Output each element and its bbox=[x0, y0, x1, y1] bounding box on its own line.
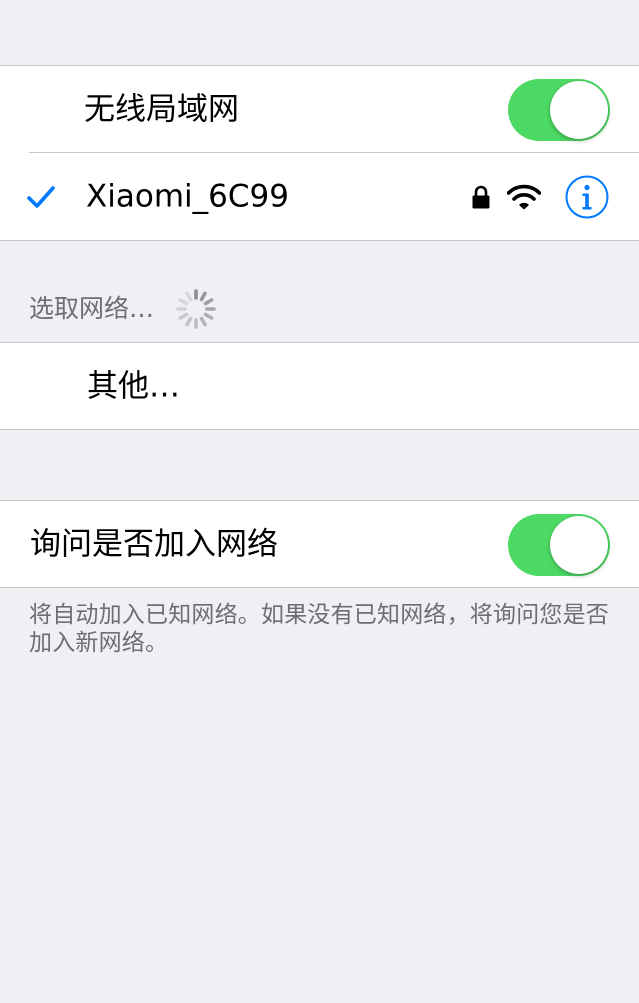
wifi-group: 无线局域网 Xiaomi_6C99 bbox=[0, 65, 639, 241]
checkmark-icon bbox=[27, 185, 55, 208]
ask-to-join-footer: 将自动加入已知网络。如果没有已知网络，将询问您是否加入新网络。 bbox=[29, 602, 609, 656]
wifi-toggle-label: 无线局域网 bbox=[84, 91, 239, 127]
toggle-knob bbox=[550, 80, 608, 139]
toggle-knob bbox=[550, 515, 608, 574]
other-network-row[interactable]: 其他… bbox=[0, 343, 639, 430]
lock-icon bbox=[472, 185, 490, 208]
spinner-icon bbox=[176, 289, 216, 329]
ask-to-join-label: 询问是否加入网络 bbox=[30, 526, 278, 562]
choose-network-header: 选取网络… bbox=[29, 294, 155, 323]
network-name: Xiaomi_6C99 bbox=[86, 178, 289, 214]
other-network-label: 其他… bbox=[87, 368, 180, 404]
wifi-toggle-switch[interactable] bbox=[508, 78, 610, 141]
wifi-icon bbox=[507, 184, 541, 209]
connected-network-row[interactable]: Xiaomi_6C99 bbox=[0, 153, 639, 240]
ask-to-join-row: 询问是否加入网络 bbox=[0, 501, 639, 588]
other-network-group: 其他… bbox=[0, 342, 639, 430]
ask-to-join-group: 询问是否加入网络 bbox=[0, 500, 639, 588]
wifi-toggle-row: 无线局域网 bbox=[0, 66, 639, 153]
info-icon[interactable] bbox=[565, 175, 609, 219]
ask-to-join-toggle[interactable] bbox=[508, 513, 610, 576]
